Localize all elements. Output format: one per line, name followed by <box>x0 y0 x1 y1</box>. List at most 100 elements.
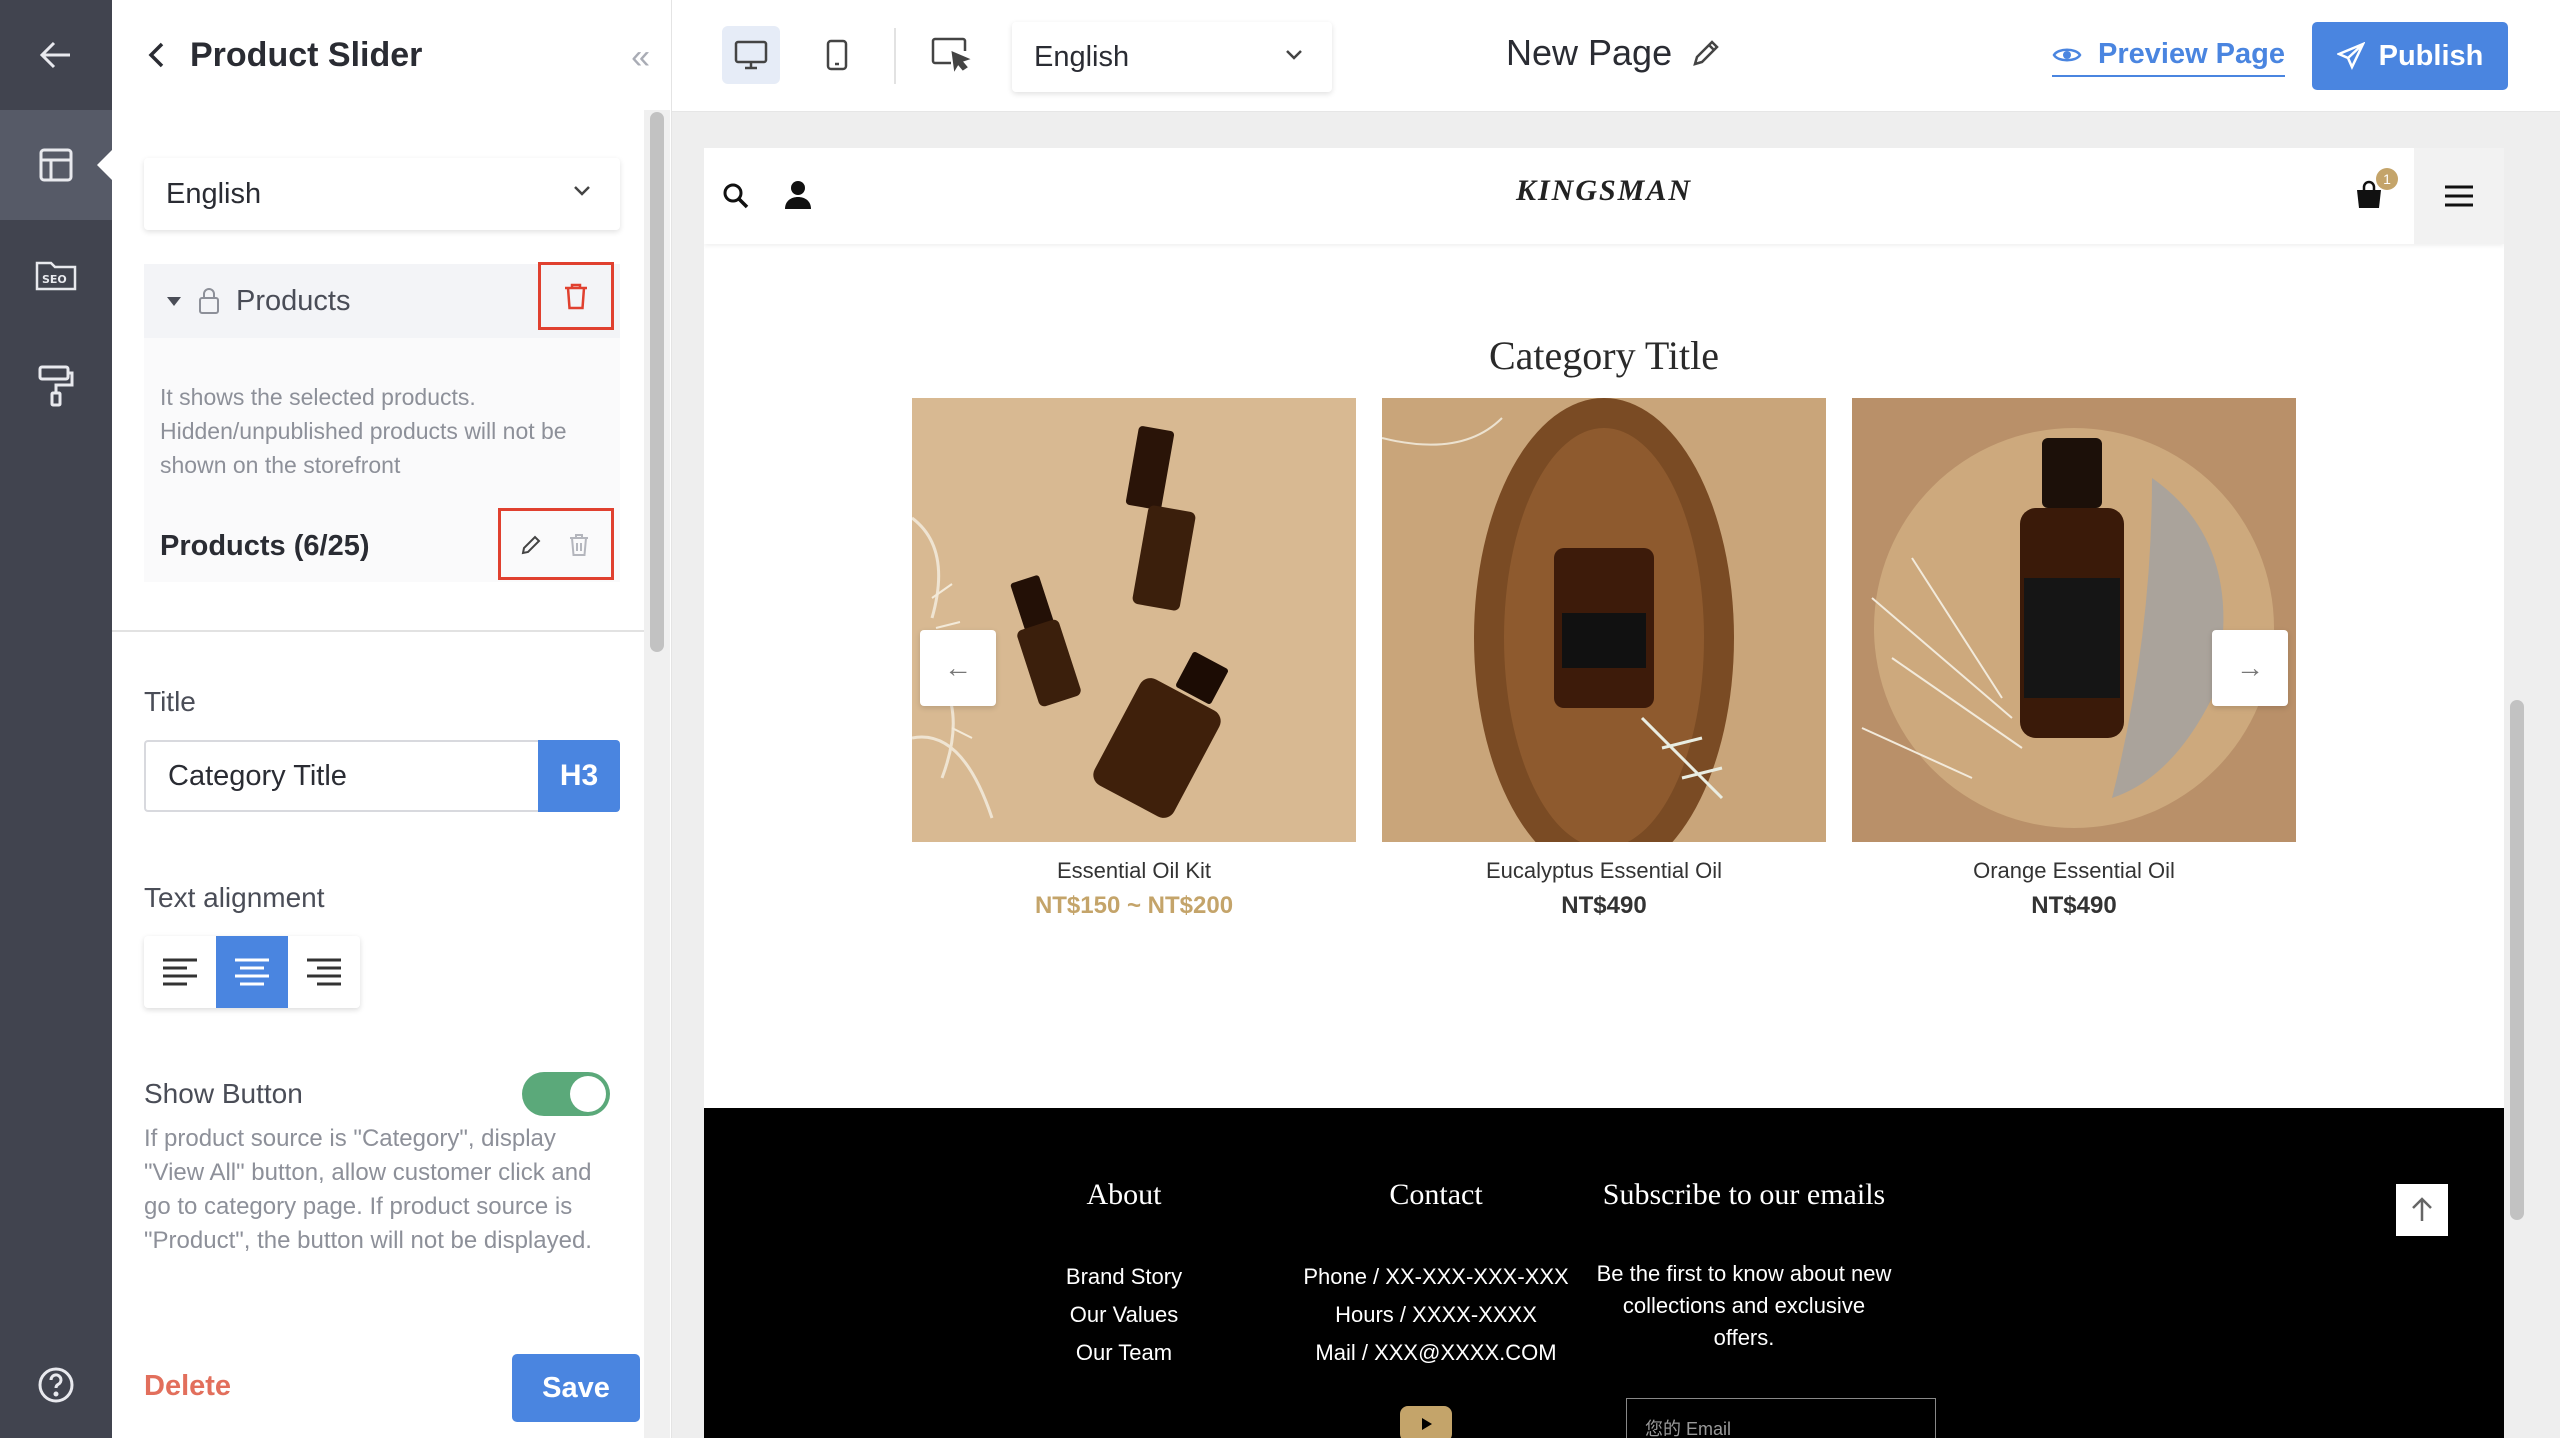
product-image[interactable] <box>912 398 1356 842</box>
show-button-label: Show Button <box>144 1078 303 1109</box>
align-center-icon <box>235 958 269 986</box>
store-brand[interactable]: KINGSMAN <box>704 174 2504 208</box>
toolbar-separator <box>894 28 896 84</box>
page-title: New Page <box>1506 32 1722 74</box>
top-toolbar: English New Page Preview Page Publish <box>672 0 2560 112</box>
panel-scrollbar[interactable] <box>650 112 664 652</box>
product-name: Essential Oil Kit <box>1056 858 1212 883</box>
toolbar-language-select[interactable]: English <box>1012 22 1332 92</box>
language-select[interactable]: English <box>144 158 620 230</box>
product-image[interactable] <box>1852 398 2296 842</box>
svg-text:SEO: SEO <box>42 273 67 286</box>
align-left-icon <box>163 958 197 986</box>
email-input[interactable]: 您的 Email <box>1626 1398 1936 1438</box>
collapse-panel-icon[interactable]: « <box>631 38 650 77</box>
product-card[interactable]: Eucalyptus Essential Oil NT$490 <box>1382 398 1826 920</box>
product-photo <box>1382 398 1826 842</box>
help-button[interactable] <box>0 1330 112 1438</box>
section-title: Category Title <box>1488 333 1720 378</box>
align-left-button[interactable] <box>144 936 216 1008</box>
panel-header: Product Slider « <box>112 0 672 110</box>
preview-page-label: Preview Page <box>2098 38 2285 70</box>
mobile-view-button[interactable] <box>808 26 866 84</box>
footer-subscribe-title: Subscribe to our emails <box>1602 1178 1886 1211</box>
language-select-value: English <box>166 177 262 210</box>
delete-block-button[interactable] <box>538 262 614 330</box>
product-photo <box>1852 398 2296 842</box>
toolbar-language-value: English <box>1034 40 1130 73</box>
preview-page-link[interactable]: Preview Page <box>2052 38 2285 77</box>
footer-about-links: Brand Story Our Values Our Team <box>984 1258 1264 1372</box>
chevron-down-icon <box>574 186 590 196</box>
lock-icon <box>199 288 219 314</box>
product-price: NT$150 ~ NT$200 <box>1034 892 1234 919</box>
paint-roller-icon <box>38 365 74 407</box>
panel-title: Product Slider <box>190 35 423 74</box>
show-button-toggle[interactable] <box>522 1072 610 1116</box>
arrow-up-icon <box>2412 1197 2432 1221</box>
pencil-icon[interactable] <box>1690 37 1722 69</box>
left-rail: SEO <box>0 0 113 1438</box>
heading-level-button[interactable]: H3 <box>538 740 620 812</box>
eye-icon <box>2052 48 2082 61</box>
back-to-top-button[interactable] <box>2396 1184 2448 1236</box>
footer-link[interactable]: Brand Story <box>984 1258 1264 1296</box>
align-right-button[interactable] <box>288 936 360 1008</box>
back-button[interactable] <box>0 0 112 110</box>
select-element-button[interactable] <box>922 26 980 84</box>
storefront-preview: KINGSMAN 1 Category Title Essential Oil … <box>704 148 2504 1438</box>
publish-button[interactable]: Publish <box>2312 22 2508 90</box>
trash-icon <box>565 283 587 310</box>
title-label: Title <box>144 686 196 717</box>
arrow-left-icon <box>39 41 70 69</box>
footer-subscribe-text: Be the first to know about new collectio… <box>1596 1261 1892 1350</box>
canvas-scrollbar[interactable] <box>2510 700 2524 1220</box>
pencil-icon <box>521 535 541 555</box>
help-icon <box>38 1367 74 1403</box>
footer-about-title: About <box>1086 1178 1162 1211</box>
title-input[interactable]: Category Title <box>144 740 538 812</box>
delete-link[interactable]: Delete <box>144 1370 231 1403</box>
active-caret <box>97 149 113 181</box>
footer-link[interactable]: Our Team <box>984 1334 1264 1372</box>
arrow-left-icon: ← <box>944 652 972 683</box>
products-actions-highlight <box>498 508 614 580</box>
footer-contact-line: Mail / XXX@XXXX.COM <box>1315 1340 1557 1365</box>
store-footer: About Brand Story Our Values Our Team Co… <box>704 1108 2504 1438</box>
product-name: Orange Essential Oil <box>1973 858 2175 883</box>
chevron-down-icon <box>1286 50 1302 60</box>
desktop-view-button[interactable] <box>722 26 780 84</box>
hamburger-menu-button[interactable] <box>2414 148 2504 244</box>
layout-icon <box>39 148 73 182</box>
design-nav-button[interactable] <box>0 330 112 440</box>
chevron-left-icon[interactable] <box>146 40 168 70</box>
layout-nav-button[interactable] <box>0 110 113 220</box>
slider-prev-button[interactable]: ← <box>920 630 996 706</box>
youtube-icon[interactable] <box>1400 1406 1452 1438</box>
send-icon <box>2336 42 2365 70</box>
footer-contact-lines: Phone / XX-XXX-XXX-XXX Hours / XXXX-XXXX… <box>1266 1258 1606 1372</box>
desktop-icon <box>734 40 768 70</box>
footer-link[interactable]: Our Values <box>984 1296 1264 1334</box>
footer-contact-title: Contact <box>1389 1178 1483 1211</box>
products-count: Products (6/25) <box>160 530 370 562</box>
align-center-button[interactable] <box>216 936 288 1008</box>
show-button-help: If product source is "Category", display… <box>144 1125 592 1254</box>
product-price: NT$490 <box>2031 892 2117 919</box>
cart-count-badge: 1 <box>2376 168 2398 190</box>
remove-products-button[interactable] <box>559 525 599 565</box>
seo-nav-button[interactable]: SEO <box>0 220 112 330</box>
cursor-select-icon <box>931 37 971 72</box>
product-name: Eucalyptus Essential Oil <box>1486 858 1722 883</box>
product-image[interactable] <box>1382 398 1826 842</box>
settings-panel: Product Slider « English Products It sho… <box>112 0 672 1438</box>
caret-down-icon <box>167 297 181 306</box>
alignment-group <box>144 936 360 1008</box>
play-icon <box>1422 1418 1432 1430</box>
save-button[interactable]: Save <box>512 1354 640 1422</box>
title-input-value: Category Title <box>168 759 347 792</box>
publish-label: Publish <box>2378 39 2484 72</box>
slider-next-button[interactable]: → <box>2212 630 2288 706</box>
edit-products-button[interactable] <box>511 525 551 565</box>
seo-icon: SEO <box>35 261 77 291</box>
